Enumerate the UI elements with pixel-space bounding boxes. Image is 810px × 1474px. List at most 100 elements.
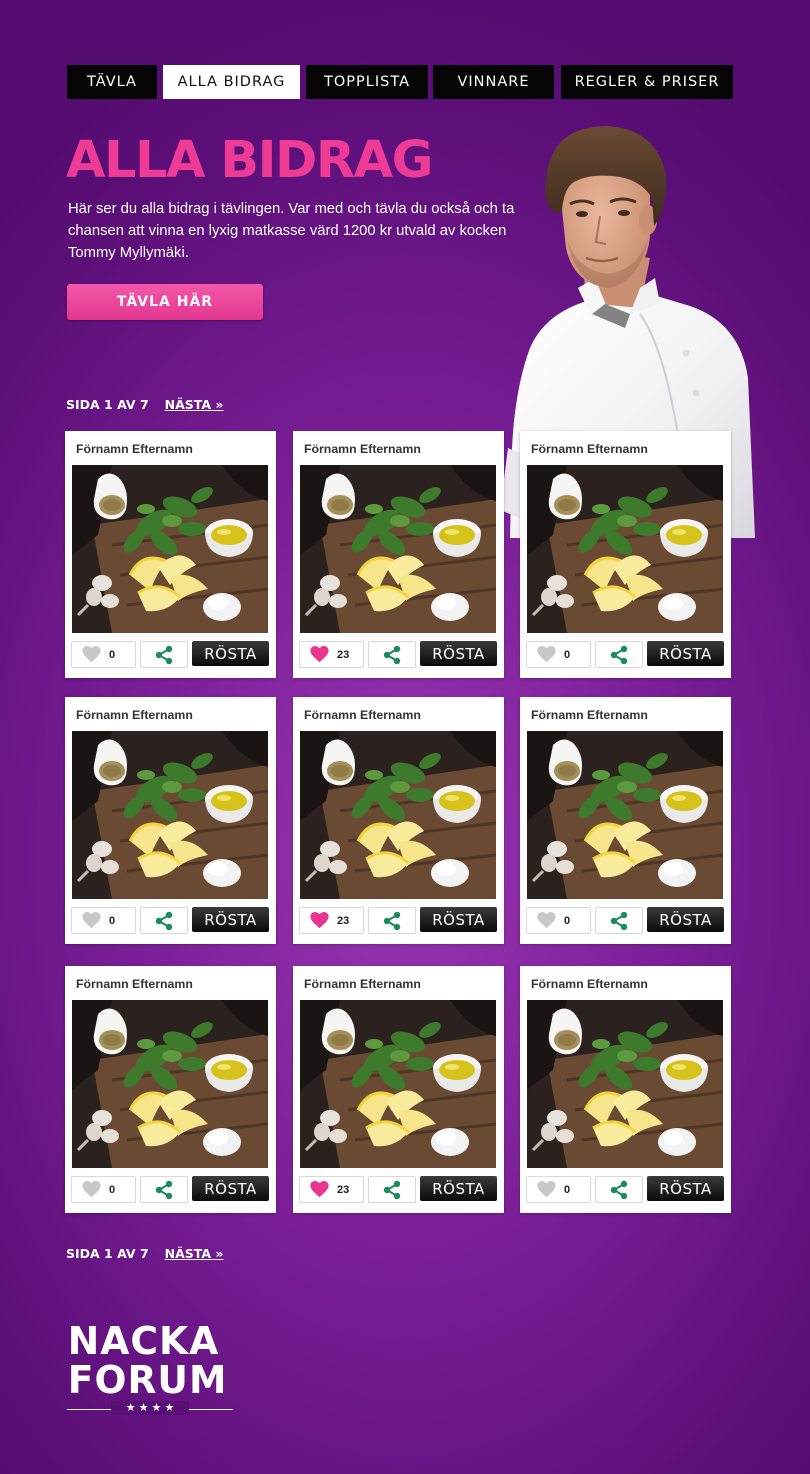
heart-icon: [82, 1181, 101, 1198]
entry-card: Förnamn Efternamn: [65, 966, 276, 1213]
pagination-top: SIDA 1 AV 7 NÄSTA »: [66, 395, 223, 413]
entry-food-photo[interactable]: [527, 1000, 723, 1168]
entry-food-photo[interactable]: [300, 731, 496, 899]
like-count: 0: [109, 914, 116, 927]
heart-icon: [82, 912, 101, 929]
tab-alla-bidrag[interactable]: ALLA BIDRAG: [163, 65, 300, 99]
entry-author-name: Förnamn Efternamn: [531, 977, 648, 991]
share-button[interactable]: [140, 907, 188, 934]
entry-card: Förnamn Efternamn: [293, 697, 504, 944]
entry-card: Förnamn Efternamn: [293, 966, 504, 1213]
entry-food-photo[interactable]: [72, 731, 268, 899]
share-button[interactable]: [140, 641, 188, 668]
entry-author-name: Förnamn Efternamn: [304, 977, 421, 991]
entry-author-name: Förnamn Efternamn: [531, 708, 648, 722]
entry-card: Förnamn Efternamn: [520, 966, 731, 1213]
rosta-button[interactable]: RÖSTA: [192, 1176, 269, 1201]
like-count: 23: [337, 914, 350, 927]
share-button[interactable]: [595, 1176, 643, 1203]
like-button[interactable]: 0: [526, 641, 591, 668]
entry-card: Förnamn Efternamn: [65, 431, 276, 678]
like-button[interactable]: 23: [299, 641, 364, 668]
like-count: 0: [564, 648, 571, 661]
entry-author-name: Förnamn Efternamn: [76, 708, 193, 722]
entry-author-name: Förnamn Efternamn: [531, 442, 648, 456]
rosta-button[interactable]: RÖSTA: [647, 1176, 724, 1201]
like-count: 0: [564, 1183, 571, 1196]
share-icon: [383, 1180, 401, 1199]
entries-grid: Förnamn Efternamn 0 RÖSTA Förnamn Eftern…: [65, 431, 731, 1214]
page-indicator: SIDA 1 AV 7: [66, 396, 149, 412]
like-count: 0: [109, 1183, 116, 1196]
tab-regler-priser[interactable]: REGLER & PRISER: [561, 65, 733, 99]
rosta-button[interactable]: RÖSTA: [647, 641, 724, 666]
heart-icon: [310, 646, 329, 663]
share-icon: [155, 1180, 173, 1199]
share-button[interactable]: [368, 907, 416, 934]
hero-description: Här ser du alla bidrag i tävlingen. Var …: [68, 201, 515, 261]
like-button[interactable]: 0: [71, 907, 136, 934]
like-button[interactable]: 23: [299, 1176, 364, 1203]
entry-author-name: Förnamn Efternamn: [76, 977, 193, 991]
share-icon: [155, 645, 173, 664]
entry-food-photo[interactable]: [300, 1000, 496, 1168]
share-button[interactable]: [368, 1176, 416, 1203]
share-icon: [610, 911, 628, 930]
heart-icon: [537, 1181, 556, 1198]
share-button[interactable]: [368, 641, 416, 668]
next-page-link[interactable]: NÄSTA »: [165, 397, 224, 412]
entry-card: Förnamn Efternamn: [520, 697, 731, 944]
entry-card: Förnamn Efternamn: [520, 431, 731, 678]
heart-icon: [82, 646, 101, 663]
pagination-bottom: SIDA 1 AV 7 NÄSTA »: [66, 1244, 223, 1262]
share-icon: [383, 645, 401, 664]
like-count: 23: [337, 1183, 350, 1196]
share-button[interactable]: [140, 1176, 188, 1203]
entry-food-photo[interactable]: [300, 465, 496, 633]
share-button[interactable]: [595, 907, 643, 934]
rosta-button[interactable]: RÖSTA: [192, 907, 269, 932]
page-indicator: SIDA 1 AV 7: [66, 1245, 149, 1261]
entry-food-photo[interactable]: [527, 465, 723, 633]
heart-icon: [537, 646, 556, 663]
rosta-button[interactable]: RÖSTA: [420, 641, 497, 666]
like-button[interactable]: 0: [71, 1176, 136, 1203]
share-icon: [383, 911, 401, 930]
logo-line-2: FORUM: [67, 1358, 228, 1402]
rosta-button[interactable]: RÖSTA: [420, 1176, 497, 1201]
entry-card: Förnamn Efternamn: [65, 697, 276, 944]
next-page-link[interactable]: NÄSTA »: [165, 1246, 224, 1261]
entry-food-photo[interactable]: [72, 1000, 268, 1168]
heart-icon: [310, 1181, 329, 1198]
entry-food-photo[interactable]: [72, 465, 268, 633]
like-button[interactable]: 0: [526, 907, 591, 934]
nacka-forum-logo[interactable]: NACKA FORUM ★ ★ ★ ★: [67, 1322, 237, 1417]
share-icon: [155, 911, 173, 930]
entry-food-photo[interactable]: [527, 731, 723, 899]
rosta-button[interactable]: RÖSTA: [647, 907, 724, 932]
share-icon: [610, 645, 628, 664]
tab-tavla[interactable]: TÄVLA: [67, 65, 157, 99]
entry-author-name: Förnamn Efternamn: [304, 442, 421, 456]
entry-author-name: Förnamn Efternamn: [76, 442, 193, 456]
share-icon: [610, 1180, 628, 1199]
like-count: 0: [564, 914, 571, 927]
share-button[interactable]: [595, 641, 643, 668]
tab-vinnare[interactable]: VINNARE: [433, 65, 554, 99]
like-count: 23: [337, 648, 350, 661]
tab-topplista[interactable]: TOPPLISTA: [306, 65, 428, 99]
entry-author-name: Förnamn Efternamn: [304, 708, 421, 722]
logo-line-1: NACKA: [67, 1319, 220, 1363]
like-button[interactable]: 0: [71, 641, 136, 668]
logo-stars: ★ ★ ★ ★: [111, 1401, 189, 1415]
tavla-har-button[interactable]: TÄVLA HÄR: [67, 284, 263, 320]
like-button[interactable]: 0: [526, 1176, 591, 1203]
like-button[interactable]: 23: [299, 907, 364, 934]
heart-icon: [537, 912, 556, 929]
rosta-button[interactable]: RÖSTA: [192, 641, 269, 666]
rosta-button[interactable]: RÖSTA: [420, 907, 497, 932]
entry-card: Förnamn Efternamn: [293, 431, 504, 678]
like-count: 0: [109, 648, 116, 661]
heart-icon: [310, 912, 329, 929]
page-title: ALLA BIDRAG: [66, 131, 433, 190]
